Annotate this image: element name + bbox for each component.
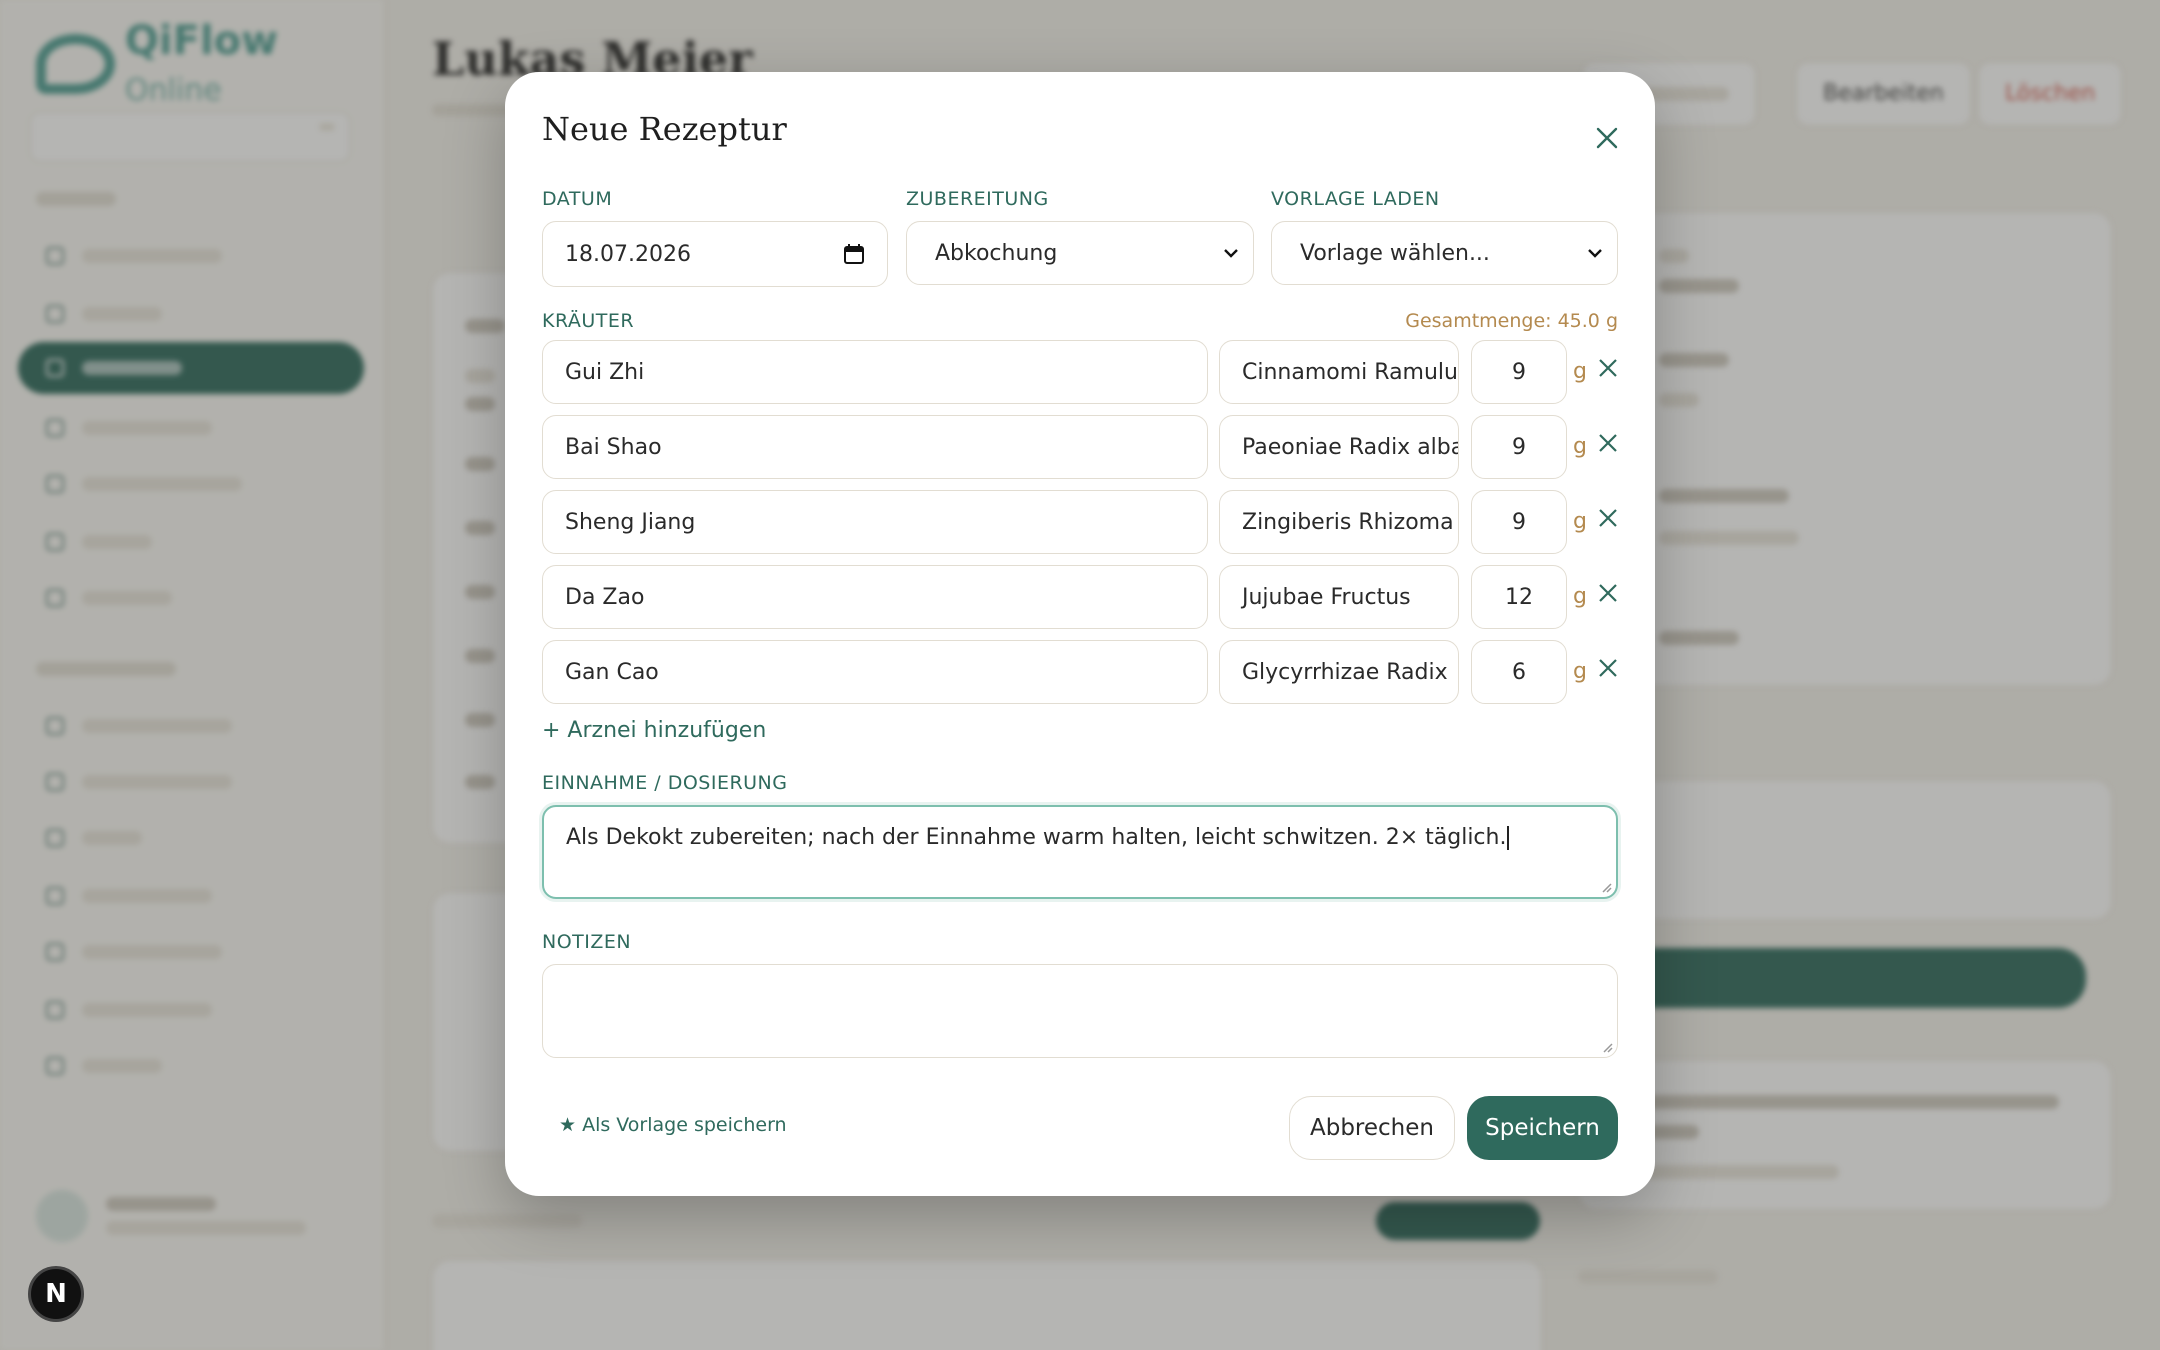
close-icon bbox=[1599, 509, 1617, 527]
chevron-down-icon bbox=[1224, 249, 1238, 258]
save-button[interactable]: Speichern bbox=[1467, 1096, 1618, 1160]
herb-quantity-input[interactable]: 6 bbox=[1471, 640, 1567, 704]
template-select[interactable]: Vorlage wählen... bbox=[1271, 221, 1618, 285]
herb-unit: g bbox=[1573, 509, 1587, 534]
herb-quantity-input[interactable]: 9 bbox=[1471, 415, 1567, 479]
close-icon bbox=[1599, 359, 1617, 377]
chevron-down-icon bbox=[1588, 249, 1602, 258]
notes-label: NOTIZEN bbox=[542, 931, 632, 953]
preparation-value: Abkochung bbox=[935, 240, 1058, 266]
dialog-title: Neue Rezeptur bbox=[542, 110, 787, 148]
close-button[interactable] bbox=[1585, 116, 1629, 160]
herb-quantity-input[interactable]: 9 bbox=[1471, 490, 1567, 554]
total-amount: Gesamtmenge: 45.0 g bbox=[1405, 310, 1618, 332]
preparation-select[interactable]: Abkochung bbox=[906, 221, 1254, 285]
date-value: 18.07.2026 bbox=[565, 241, 691, 267]
cancel-button[interactable]: Abbrechen bbox=[1289, 1096, 1455, 1160]
remove-herb-button[interactable] bbox=[1593, 353, 1623, 383]
close-icon bbox=[1599, 659, 1617, 677]
herb-latin-input[interactable]: Zingiberis Rhizoma r bbox=[1219, 490, 1459, 554]
save-as-template-button[interactable]: ★ Als Vorlage speichern bbox=[559, 1114, 787, 1136]
herb-quantity-input[interactable]: 9 bbox=[1471, 340, 1567, 404]
herb-unit: g bbox=[1573, 584, 1587, 609]
date-label: DATUM bbox=[542, 188, 613, 210]
dosage-value: Als Dekokt zubereiten; nach der Einnahme… bbox=[566, 825, 1507, 850]
template-label: VORLAGE LADEN bbox=[1271, 188, 1440, 210]
new-prescription-dialog: Neue Rezeptur DATUM 18.07.2026 ZUBEREITU… bbox=[505, 72, 1655, 1196]
herb-unit: g bbox=[1573, 434, 1587, 459]
herb-name-input[interactable]: Sheng Jiang bbox=[542, 490, 1208, 554]
add-herb-link[interactable]: + Arznei hinzufügen bbox=[542, 718, 766, 743]
close-icon bbox=[1599, 434, 1617, 452]
close-icon bbox=[1599, 584, 1617, 602]
date-field[interactable]: 18.07.2026 bbox=[542, 221, 888, 287]
preparation-label: ZUBEREITUNG bbox=[906, 188, 1049, 210]
herb-unit: g bbox=[1573, 359, 1587, 384]
herb-latin-input[interactable]: Cinnamomi Ramulus bbox=[1219, 340, 1459, 404]
close-icon bbox=[1596, 127, 1618, 149]
remove-herb-button[interactable] bbox=[1593, 653, 1623, 683]
remove-herb-button[interactable] bbox=[1593, 578, 1623, 608]
herb-quantity-input[interactable]: 12 bbox=[1471, 565, 1567, 629]
dosage-label: EINNAHME / DOSIERUNG bbox=[542, 772, 788, 794]
herb-latin-input[interactable]: Jujubae Fructus bbox=[1219, 565, 1459, 629]
notes-textarea[interactable] bbox=[542, 964, 1618, 1058]
herb-latin-input[interactable]: Glycyrrhizae Radix bbox=[1219, 640, 1459, 704]
resize-handle-icon[interactable] bbox=[1600, 881, 1612, 893]
resize-handle-icon[interactable] bbox=[1601, 1041, 1613, 1053]
herb-name-input[interactable]: Gan Cao bbox=[542, 640, 1208, 704]
remove-herb-button[interactable] bbox=[1593, 503, 1623, 533]
herb-name-input[interactable]: Bai Shao bbox=[542, 415, 1208, 479]
herb-latin-input[interactable]: Paeoniae Radix alba bbox=[1219, 415, 1459, 479]
dosage-textarea[interactable]: Als Dekokt zubereiten; nach der Einnahme… bbox=[542, 805, 1618, 899]
remove-herb-button[interactable] bbox=[1593, 428, 1623, 458]
template-value: Vorlage wählen... bbox=[1300, 240, 1490, 266]
text-cursor bbox=[1507, 826, 1510, 850]
dev-badge[interactable]: N bbox=[28, 1266, 84, 1322]
herb-name-input[interactable]: Da Zao bbox=[542, 565, 1208, 629]
herb-name-input[interactable]: Gui Zhi bbox=[542, 340, 1208, 404]
herb-unit: g bbox=[1573, 659, 1587, 684]
calendar-icon[interactable] bbox=[843, 243, 865, 265]
herbs-label: KRÄUTER bbox=[542, 310, 635, 332]
